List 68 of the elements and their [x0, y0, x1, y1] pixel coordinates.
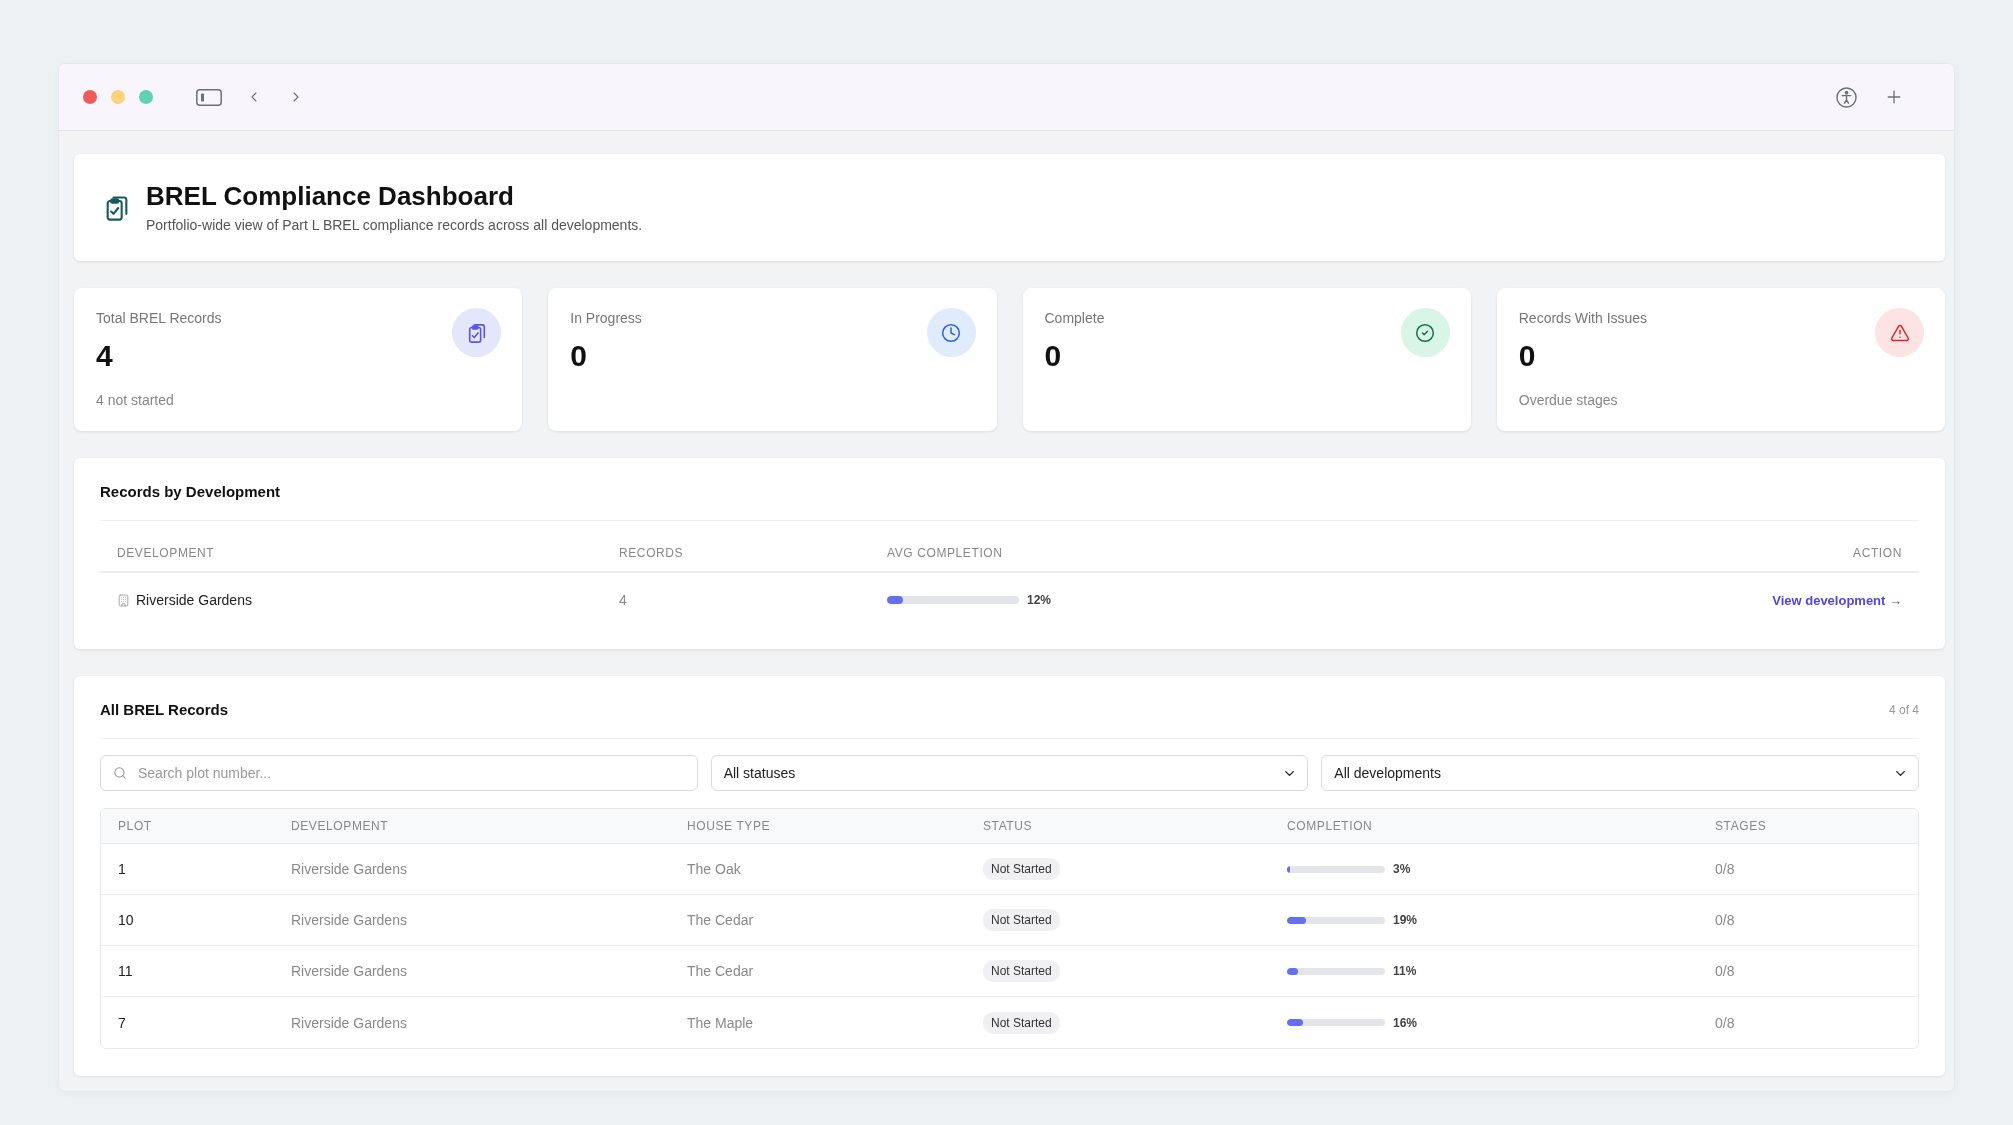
search-field[interactable]: Search plot number...: [100, 755, 698, 791]
close-window-dot[interactable]: [83, 90, 97, 104]
record-count: 4 of 4: [1888, 702, 1919, 718]
check-circle-icon: [1400, 308, 1450, 357]
stage-count: 0/8: [1715, 912, 1735, 928]
stat-label: Records With Issues: [1518, 309, 1648, 328]
stat-label: Total BREL Records: [96, 309, 222, 328]
development-name: Riverside Gardens: [291, 861, 407, 877]
house-type: The Cedar: [687, 912, 754, 928]
column-header: ACTION: [1852, 545, 1903, 562]
development-name: Riverside Gardens: [291, 1014, 407, 1031]
column-header: DEVELOPMENT: [290, 818, 390, 835]
section-title: All BREL Records: [100, 700, 229, 720]
stat-value: 0: [1044, 338, 1062, 374]
page-subtitle: Portfolio-wide view of Part L BREL compliance records across all developments.: [146, 216, 643, 234]
status-badge: Not Started: [983, 960, 1060, 982]
minimize-window-dot[interactable]: [111, 90, 125, 104]
clock-icon: [926, 308, 976, 357]
view-development-link[interactable]: View development →: [1772, 592, 1902, 608]
stat-note: Overdue stages: [1518, 391, 1618, 410]
column-header: DEVELOPMENT: [116, 545, 216, 562]
house-type: The Cedar: [687, 963, 754, 979]
column-header: PLOT: [117, 818, 153, 835]
status-badge: Not Started: [983, 1011, 1060, 1034]
status-badge: Not Started: [983, 909, 1060, 931]
column-header: HOUSE TYPE: [686, 818, 772, 835]
plot-number: 11: [118, 963, 133, 979]
clipboard-check-icon: [452, 308, 502, 357]
column-header: AVG COMPLETION: [886, 545, 1004, 562]
percent-text: 16%: [1393, 1015, 1418, 1030]
stage-count: 0/8: [1715, 861, 1735, 877]
stage-count: 0/8: [1715, 1014, 1735, 1031]
stage-count: 0/8: [1715, 963, 1735, 979]
development-name: Riverside Gardens: [291, 912, 407, 928]
stat-value: 0: [1518, 338, 1536, 374]
filter-select[interactable]: All statuses: [710, 755, 1309, 791]
stat-note: 4 not started: [96, 391, 174, 410]
percent-text: 19%: [1393, 913, 1418, 927]
sidebar-icon[interactable]: [196, 88, 222, 106]
development-name: Riverside Gardens: [291, 963, 407, 979]
column-header: RECORDS: [618, 545, 685, 562]
column-header: STAGES: [1714, 818, 1768, 835]
search-icon: [113, 766, 127, 780]
stat-label: Complete: [1044, 309, 1105, 328]
clipboard-check-icon: [104, 193, 130, 222]
building-icon: [117, 593, 130, 607]
column-header: COMPLETION: [1286, 818, 1374, 835]
plot-number: 7: [118, 1014, 126, 1031]
development-name: Riverside Gardens: [136, 592, 252, 608]
stat-value: 4: [96, 338, 113, 374]
percent-text: 3%: [1393, 862, 1411, 876]
warning-icon: [1875, 308, 1924, 357]
section-title: Records by Development: [100, 482, 281, 502]
filter-select[interactable]: All developments: [1321, 755, 1919, 791]
page-title: BREL Compliance Dashboard: [146, 181, 515, 211]
plot-number: 1: [118, 861, 126, 877]
stat-value: 0: [570, 338, 587, 374]
column-header: STATUS: [982, 818, 1034, 835]
person-circle-icon[interactable]: [1836, 86, 1857, 108]
percent-text: 11%: [1393, 964, 1417, 978]
plot-number: 10: [118, 912, 134, 928]
record-count: 4: [619, 592, 627, 608]
house-type: The Oak: [687, 861, 741, 877]
percent-text: 12%: [1027, 593, 1052, 607]
stat-label: In Progress: [570, 309, 642, 328]
zoom-window-dot[interactable]: [139, 90, 153, 104]
house-type: The Maple: [687, 1014, 754, 1031]
status-badge: Not Started: [983, 858, 1060, 880]
